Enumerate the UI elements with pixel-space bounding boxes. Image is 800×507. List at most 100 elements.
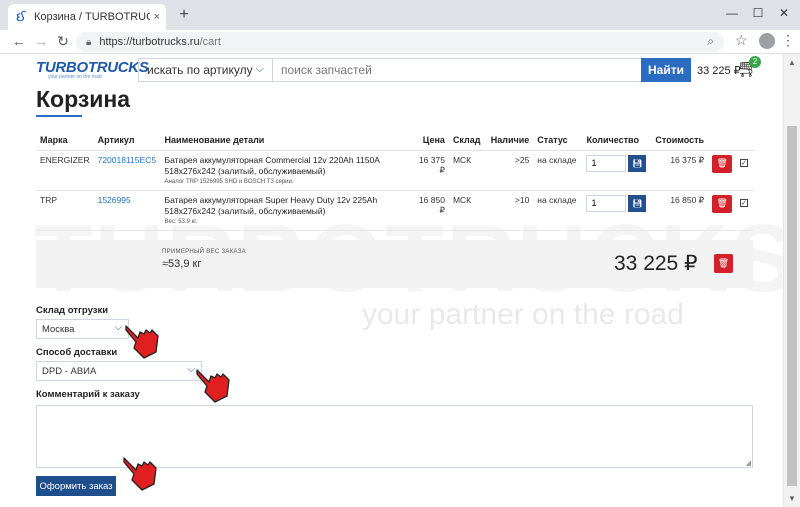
col-select bbox=[736, 130, 754, 151]
col-price: Цена bbox=[409, 130, 449, 151]
cell-price: 16 375 ₽ bbox=[409, 150, 449, 191]
cell-select: ✓ bbox=[736, 190, 754, 231]
weight-label: ПРИМЕРНЫЙ ВЕС ЗАКАЗА bbox=[162, 249, 246, 255]
table-row: ENERGIZER 720018115EC5 Батарея аккумулят… bbox=[36, 150, 754, 191]
reload-icon[interactable]: ↻ bbox=[54, 33, 72, 50]
cell-delete: 🗑︎ bbox=[708, 150, 737, 191]
hand-pointer-icon bbox=[196, 369, 230, 403]
scrollbar-thumb[interactable] bbox=[787, 126, 797, 486]
new-tab-button[interactable]: + bbox=[174, 6, 194, 24]
cell-stock: МСК bbox=[448, 190, 487, 231]
tab-close-icon[interactable]: × bbox=[154, 11, 160, 23]
chevron-down-icon: ⌵ bbox=[114, 322, 122, 333]
cell-select: ✓ bbox=[736, 150, 754, 191]
table-row: TRP 1526995 Батарея аккумуляторная Super… bbox=[36, 190, 754, 231]
url-host: https://turbotrucks.ru bbox=[99, 36, 200, 48]
submit-order-button[interactable]: Оформить заказ bbox=[36, 476, 116, 496]
quantity-input[interactable] bbox=[586, 154, 627, 172]
part-name: Батарея аккумуляторная Commercial 12v 22… bbox=[164, 154, 380, 176]
col-availability: Наличие bbox=[486, 130, 534, 151]
url-field[interactable]: 🔒︎ https://turbotrucks.ru/cart ⌕ bbox=[76, 32, 724, 52]
cart-count-badge: 2 bbox=[749, 56, 761, 68]
page-scrollbar[interactable]: ▲ ▼ bbox=[783, 54, 800, 507]
cell-brand: ENERGIZER bbox=[36, 150, 94, 191]
article-link[interactable]: 1526995 bbox=[93, 190, 161, 231]
part-note: Аналог TRP 1526995 SHD и BOSCH T3 серии. bbox=[164, 178, 294, 185]
page-title: Корзина bbox=[36, 86, 131, 112]
lock-icon: 🔒︎ bbox=[86, 36, 92, 48]
hand-pointer-icon bbox=[125, 325, 159, 359]
profile-avatar[interactable] bbox=[759, 33, 775, 49]
save-icon[interactable]: 💾︎ bbox=[628, 154, 647, 172]
maximize-button[interactable]: ☐ bbox=[748, 6, 768, 20]
col-status: Статус bbox=[533, 130, 583, 151]
delivery-value: DPD - АВИА bbox=[42, 365, 97, 377]
page-content: TURBOTRUCKS your partner on the road TUR… bbox=[0, 54, 783, 507]
url-path: /cart bbox=[199, 36, 221, 48]
row-checkbox[interactable]: ✓ bbox=[740, 158, 749, 167]
zoom-icon[interactable]: ⌕ bbox=[707, 34, 714, 49]
comment-label: Комментарий к заказу bbox=[36, 389, 140, 400]
delivery-label: Способ доставки bbox=[36, 347, 118, 358]
cart-table: Марка Артикул Наименование детали Цена С… bbox=[36, 130, 754, 231]
browser-tab[interactable]: ઈ Корзина / TURBOTRUCKS — за: × bbox=[8, 4, 166, 30]
col-article: Артикул bbox=[93, 130, 161, 151]
browser-menu-icon[interactable]: ⋮ bbox=[781, 32, 795, 49]
cell-cost: 16 850 ₽ bbox=[651, 190, 709, 231]
forward-icon[interactable]: → bbox=[32, 33, 50, 49]
search-button[interactable]: Найти bbox=[641, 58, 691, 82]
cell-cost: 16 375 ₽ bbox=[651, 150, 709, 191]
scroll-down-icon[interactable]: ▼ bbox=[788, 494, 796, 503]
save-icon[interactable]: 💾︎ bbox=[628, 194, 647, 212]
article-link[interactable]: 720018115EC5 bbox=[93, 150, 161, 191]
cell-price: 16 850 ₽ bbox=[409, 190, 449, 231]
watermark-slogan: your partner on the road bbox=[362, 298, 684, 331]
warehouse-select[interactable]: Москва ⌵ bbox=[36, 319, 129, 339]
warehouse-label: Склад отгрузки bbox=[36, 305, 109, 316]
browser-tab-bar: ઈ Корзина / TURBOTRUCKS — за: × + — ☐ ✕ bbox=[0, 0, 800, 30]
cell-name: Батарея аккумуляторная Super Heavy Duty … bbox=[160, 190, 410, 231]
cell-status: на складе bbox=[533, 150, 583, 191]
back-icon[interactable]: ← bbox=[10, 33, 28, 49]
weight-value: ≈53,9 кг bbox=[162, 258, 202, 270]
cell-name: Батарея аккумуляторная Commercial 12v 22… bbox=[160, 150, 410, 191]
cell-delete: 🗑︎ bbox=[708, 190, 737, 231]
header-cart-total: 33 225 ₽ bbox=[697, 65, 741, 77]
resize-grip-icon[interactable]: ◢ bbox=[746, 459, 751, 467]
search-type-value: искать по артикулу bbox=[147, 63, 253, 77]
clear-cart-trash-icon[interactable]: 🗑︎ bbox=[714, 254, 733, 273]
site-favicon-icon: ઈ bbox=[16, 9, 26, 24]
trash-icon[interactable]: 🗑︎ bbox=[712, 154, 733, 173]
part-name: Батарея аккумуляторная Super Heavy Duty … bbox=[164, 194, 378, 216]
col-cost: Стоимость bbox=[651, 130, 709, 151]
cell-qty: 💾︎ bbox=[582, 150, 652, 191]
part-note: Вес: 53.9 кг. bbox=[164, 218, 198, 225]
close-window-button[interactable]: ✕ bbox=[774, 6, 794, 20]
col-name: Наименование детали bbox=[160, 130, 410, 151]
delivery-select[interactable]: DPD - АВИА ⌵ bbox=[36, 361, 202, 381]
col-brand: Марка bbox=[36, 130, 94, 151]
site-header: TURBOTRUCKS your partner on the road иск… bbox=[0, 54, 783, 86]
address-bar: ← → ↻ 🔒︎ https://turbotrucks.ru/cart ⌕ bbox=[0, 30, 800, 54]
order-total: 33 225 ₽ bbox=[614, 252, 698, 275]
cell-availability: >25 bbox=[486, 150, 534, 191]
title-underline bbox=[36, 115, 82, 117]
url-text: https://turbotrucks.ru/cart bbox=[99, 36, 221, 48]
warehouse-value: Москва bbox=[42, 323, 75, 335]
scroll-up-icon[interactable]: ▲ bbox=[788, 58, 796, 67]
row-checkbox[interactable]: ✓ bbox=[740, 198, 749, 207]
tab-title: Корзина / TURBOTRUCKS — за: bbox=[33, 11, 150, 23]
hand-pointer-icon bbox=[123, 457, 157, 491]
bookmark-star-icon[interactable]: ☆ bbox=[735, 32, 748, 49]
trash-icon[interactable]: 🗑︎ bbox=[712, 194, 733, 213]
minimize-button[interactable]: — bbox=[722, 6, 742, 20]
cell-status: на складе bbox=[533, 190, 583, 231]
col-delete bbox=[708, 130, 737, 151]
col-stock: Склад bbox=[448, 130, 487, 151]
quantity-input[interactable] bbox=[586, 194, 627, 212]
search-type-select[interactable]: искать по артикулу ⌵ bbox=[138, 58, 273, 82]
order-summary: ПРИМЕРНЫЙ ВЕС ЗАКАЗА ≈53,9 кг 33 225 ₽ 🗑… bbox=[36, 240, 753, 288]
search-input[interactable] bbox=[273, 58, 642, 82]
site-logo[interactable]: TURBOTRUCKS your partner on the road bbox=[36, 59, 149, 83]
chevron-down-icon: ⌵ bbox=[255, 63, 264, 75]
